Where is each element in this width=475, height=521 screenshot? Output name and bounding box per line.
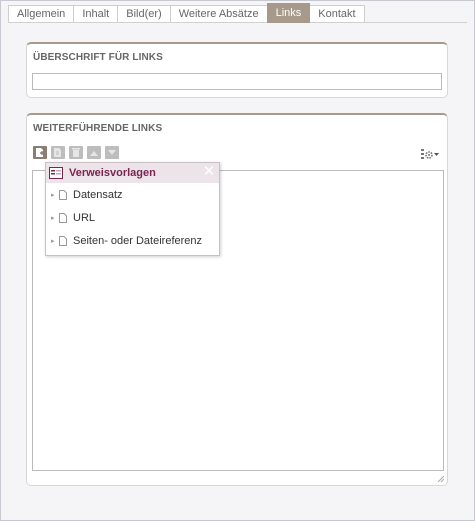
links-panel-title: WEITERFÜHRENDE LINKS [33,123,163,134]
move-up-button[interactable] [87,146,101,159]
popup-item-label: URL [73,211,96,224]
link-template-popup: Verweisvorlagen ✕ ▸ Datensatz ▸ URL ▸ Se… [45,162,220,256]
close-icon[interactable]: ✕ [202,164,216,180]
caret-right-icon: ▸ [51,214,55,222]
popup-title: Verweisvorlagen [69,167,156,179]
new-link-icon [36,148,44,157]
resize-grip-icon[interactable] [438,476,444,482]
tab-bilder[interactable]: Bild(er) [117,5,171,23]
tab-inhalt[interactable]: Inhalt [73,5,119,23]
links-heading-input[interactable] [32,73,442,90]
edit-icon [54,148,61,157]
document-icon [59,189,67,200]
tab-weitere-absaetze[interactable]: Weitere Absätze [169,5,268,23]
popup-item-datensatz[interactable]: ▸ Datensatz [46,183,219,206]
tab-links[interactable]: Links [266,3,311,23]
caret-right-icon: ▸ [51,191,55,199]
edit-link-button[interactable] [51,146,65,159]
gear-dropdown-icon [421,149,439,159]
popup-item-url[interactable]: ▸ URL [46,206,219,229]
links-toolbar [33,146,119,160]
heading-panel: ÜBERSCHRIFT FÜR LINKS [26,42,448,98]
tab-kontakt[interactable]: Kontakt [309,5,365,23]
popup-item-label: Datensatz [73,188,123,201]
new-link-button[interactable] [33,146,47,159]
document-icon [59,235,67,246]
popup-item-label: Seiten- oder Dateireferenz [73,234,203,247]
tab-divider [8,22,467,23]
document-icon [59,212,67,223]
delete-link-button[interactable] [69,146,83,159]
popup-item-seiten-dateireferenz[interactable]: ▸ Seiten- oder Dateireferenz [46,229,219,252]
caret-right-icon: ▸ [51,237,55,245]
list-settings-button[interactable] [420,148,440,160]
tab-bar: Allgemein Inhalt Bild(er) Weitere Absätz… [8,3,365,23]
heading-panel-title: ÜBERSCHRIFT FÜR LINKS [33,52,163,63]
delete-icon [72,148,80,157]
tab-allgemein[interactable]: Allgemein [8,5,75,23]
arrow-down-icon [108,149,116,155]
template-list-icon [49,167,63,179]
move-down-button[interactable] [105,146,119,159]
arrow-up-icon [90,150,98,156]
popup-header: Verweisvorlagen ✕ [46,163,219,183]
